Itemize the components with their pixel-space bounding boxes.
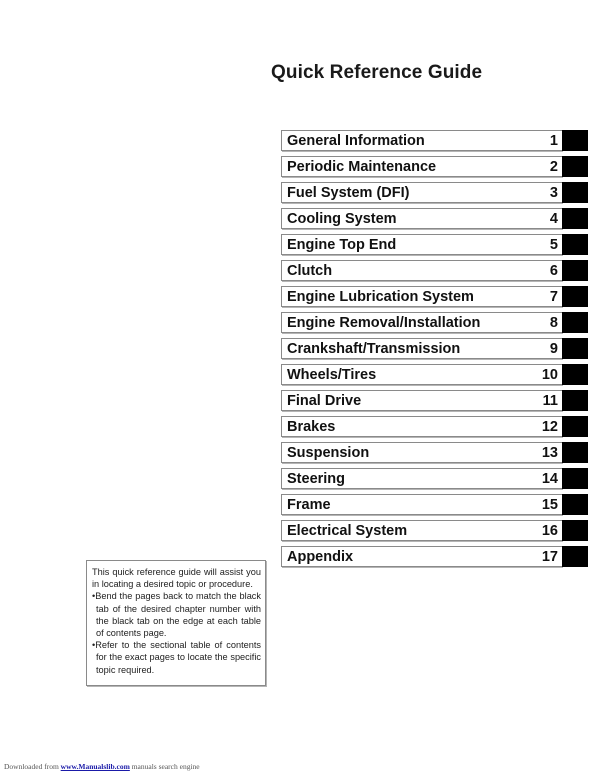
toc-entry-box[interactable]: Frame 15 [281,494,562,515]
toc-row[interactable]: Electrical System 16 [281,520,588,541]
black-tab [562,234,588,255]
toc-row[interactable]: Steering 14 [281,468,588,489]
toc-chapter-number: 16 [541,522,558,539]
toc-entry-box[interactable]: Periodic Maintenance 2 [281,156,562,177]
black-tab [562,442,588,463]
black-tab [562,338,588,359]
toc-label: Wheels/Tires [287,366,377,383]
footer-suffix: manuals search engine [131,762,200,771]
info-bullet: •Refer to the sectional table of content… [92,640,261,675]
black-tab [562,390,588,411]
black-tab [562,546,588,567]
toc-entry-box[interactable]: Engine Top End 5 [281,234,562,255]
toc-entry-box[interactable]: Crankshaft/Transmission 9 [281,338,562,359]
toc-chapter-number: 17 [541,548,558,565]
toc-label: Final Drive [287,392,362,409]
toc-row[interactable]: Appendix 17 [281,546,588,567]
toc-chapter-number: 3 [549,184,558,201]
toc-entry-box[interactable]: Steering 14 [281,468,562,489]
toc-row[interactable]: Cooling System 4 [281,208,588,229]
toc-row[interactable]: Engine Removal/Installation 8 [281,312,588,333]
toc-chapter-number: 8 [549,314,558,331]
toc-label: Engine Lubrication System [287,288,474,305]
toc-chapter-number: 12 [541,418,558,435]
toc-entry-box[interactable]: Suspension 13 [281,442,562,463]
toc-chapter-number: 9 [549,340,558,357]
toc-row[interactable]: General Information 1 [281,130,588,151]
info-box: This quick reference guide will assist y… [86,560,266,686]
toc-row[interactable]: Engine Lubrication System 7 [281,286,588,307]
black-tab [562,520,588,541]
toc-chapter-number: 10 [541,366,558,383]
toc-entry-box[interactable]: Final Drive 11 [281,390,562,411]
black-tab [562,208,588,229]
toc-label: General Information [287,132,425,149]
black-tab [562,286,588,307]
toc-label: Periodic Maintenance [287,158,437,175]
black-tab [562,416,588,437]
info-intro: This quick reference guide will assist y… [92,567,261,590]
toc-entry-box[interactable]: Appendix 17 [281,546,562,567]
black-tab [562,312,588,333]
toc-label: Crankshaft/Transmission [287,340,461,357]
toc-label: Fuel System (DFI) [287,184,410,201]
toc-entry-box[interactable]: Cooling System 4 [281,208,562,229]
toc-entry-box[interactable]: Wheels/Tires 10 [281,364,562,385]
toc-row[interactable]: Frame 15 [281,494,588,515]
toc-row[interactable]: Wheels/Tires 10 [281,364,588,385]
toc-chapter-number: 14 [541,470,558,487]
toc-chapter-number: 5 [549,236,558,253]
black-tab [562,156,588,177]
toc-chapter-number: 7 [549,288,558,305]
black-tab [562,130,588,151]
toc-entry-box[interactable]: Engine Lubrication System 7 [281,286,562,307]
toc-chapter-number: 6 [549,262,558,279]
toc-entry-box[interactable]: Electrical System 16 [281,520,562,541]
toc-entry-box[interactable]: Brakes 12 [281,416,562,437]
black-tab [562,182,588,203]
black-tab [562,468,588,489]
toc-label: Engine Top End [287,236,397,253]
black-tab [562,260,588,281]
toc-label: Suspension [287,444,370,461]
footer: Downloaded from www.Manualslib.com manua… [4,762,200,771]
toc-entry-box[interactable]: General Information 1 [281,130,562,151]
toc-label: Frame [287,496,331,513]
toc-row[interactable]: Brakes 12 [281,416,588,437]
toc-row[interactable]: Engine Top End 5 [281,234,588,255]
toc-label: Cooling System [287,210,397,227]
toc-label: Appendix [287,548,354,565]
black-tab [562,494,588,515]
toc-chapter-number: 4 [549,210,558,227]
toc-chapter-number: 1 [549,132,558,149]
toc-label: Clutch [287,262,333,279]
toc-chapter-number: 11 [542,392,558,409]
toc-row[interactable]: Clutch 6 [281,260,588,281]
toc-label: Electrical System [287,522,408,539]
manualslib-link[interactable]: www.Manualslib.com [61,762,130,771]
toc-chapter-number: 2 [549,158,558,175]
toc-label: Steering [287,470,346,487]
table-of-contents: General Information 1 Periodic Maintenance… [281,130,588,572]
toc-row[interactable]: Periodic Maintenance 2 [281,156,588,177]
toc-chapter-number: 15 [541,496,558,513]
footer-prefix: Downloaded from [4,762,59,771]
toc-row[interactable]: Crankshaft/Transmission 9 [281,338,588,359]
toc-label: Engine Removal/Installation [287,314,481,331]
toc-label: Brakes [287,418,336,435]
toc-entry-box[interactable]: Engine Removal/Installation 8 [281,312,562,333]
toc-entry-box[interactable]: Clutch 6 [281,260,562,281]
toc-entry-box[interactable]: Fuel System (DFI) 3 [281,182,562,203]
toc-row[interactable]: Final Drive 11 [281,390,588,411]
black-tab [562,364,588,385]
toc-row[interactable]: Fuel System (DFI) 3 [281,182,588,203]
info-bullet: •Bend the pages back to match the black … [92,591,261,639]
page-title: Quick Reference Guide [271,62,483,83]
toc-chapter-number: 13 [541,444,558,461]
toc-row[interactable]: Suspension 13 [281,442,588,463]
